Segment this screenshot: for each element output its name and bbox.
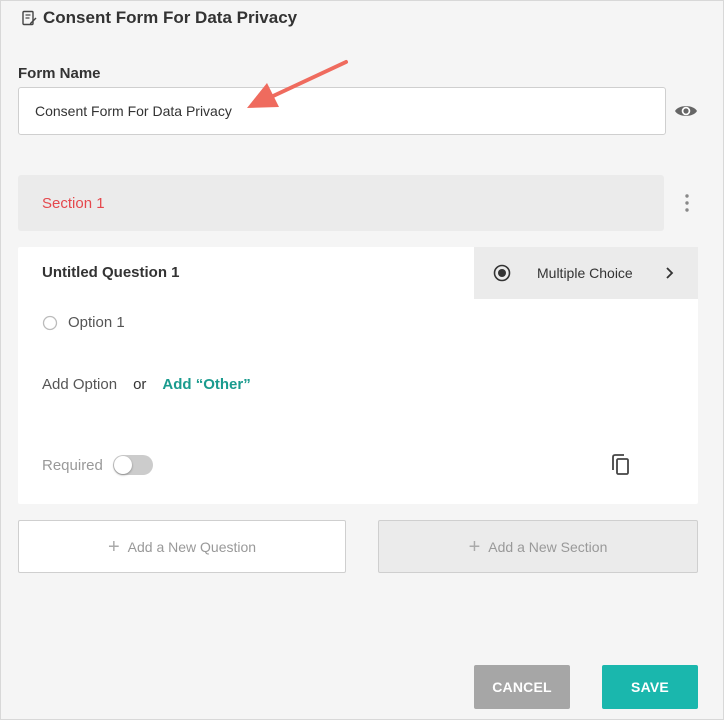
form-editor-panel: Consent Form For Data Privacy Form Name … [0,0,724,720]
question-card: Untitled Question 1 Multiple Choice Opti… [18,247,698,504]
add-section-label: Add a New Section [488,538,608,555]
edit-document-icon [22,10,37,26]
form-name-label: Form Name [18,65,101,82]
required-label: Required [42,456,103,474]
option-item[interactable]: Option 1 [42,314,125,331]
form-name-input[interactable] [18,87,666,135]
question-type-select[interactable]: Multiple Choice [474,247,698,299]
plus-icon: + [468,535,481,558]
save-button[interactable]: SAVE [602,665,698,709]
chevron-right-icon [666,267,674,279]
question-type-label: Multiple Choice [537,265,633,281]
more-options-icon[interactable] [681,192,693,214]
eye-icon[interactable] [674,100,698,122]
duplicate-icon[interactable] [609,453,631,477]
radio-empty-icon [42,315,58,330]
add-option-row: Add Option or Add “Other” [42,376,251,393]
question-title[interactable]: Untitled Question 1 [42,264,180,281]
required-toggle[interactable] [112,455,153,475]
required-row: Required [42,455,153,475]
page-title: Consent Form For Data Privacy [43,8,298,27]
toggle-knob [113,456,132,474]
section-title: Section 1 [42,194,105,212]
option-label[interactable]: Option 1 [68,314,125,331]
add-question-button[interactable]: + Add a New Question [18,520,346,573]
section-header[interactable]: Section 1 [18,175,664,231]
add-other-link[interactable]: Add “Other” [162,376,250,393]
add-question-label: Add a New Question [127,538,257,555]
cancel-button[interactable]: CANCEL [474,665,570,709]
add-section-button[interactable]: + Add a New Section [378,520,698,573]
plus-icon: + [107,535,120,558]
header: Consent Form For Data Privacy [21,7,297,29]
add-option-link[interactable]: Add Option [42,376,117,393]
radio-selected-icon [493,264,511,282]
or-text: or [133,376,147,393]
